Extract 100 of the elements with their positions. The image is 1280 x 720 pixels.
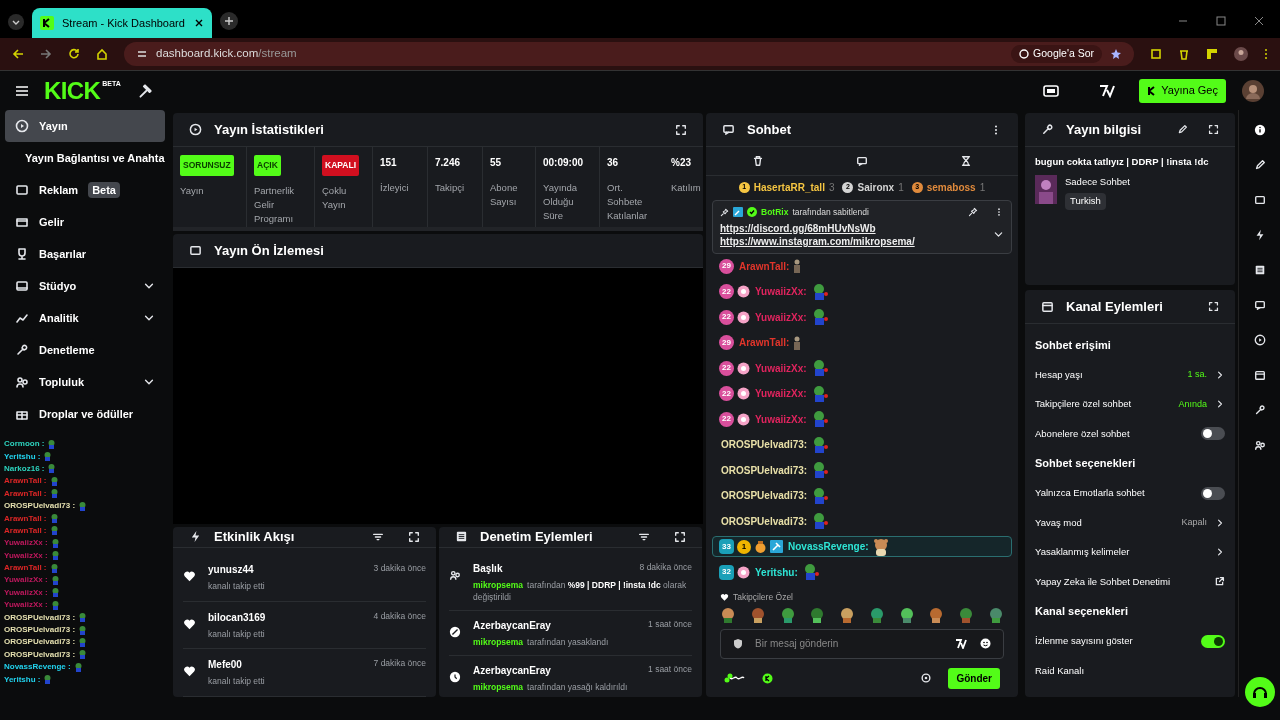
chevron-right-icon[interactable]	[1215, 399, 1225, 410]
actor-name[interactable]: mikropsema	[473, 681, 524, 692]
leader-name[interactable]: HasertaRR_tall	[753, 179, 825, 195]
emote-icon[interactable]	[987, 606, 1004, 623]
sidebar-item[interactable]: Gelir	[5, 206, 165, 238]
hourglass-icon[interactable]	[960, 155, 972, 167]
chat-username[interactable]: YuwaiizXx:	[755, 411, 807, 427]
panel-icon[interactable]	[1253, 369, 1266, 381]
points-icon[interactable]	[724, 673, 746, 683]
sidebar-item[interactable]: Topluluk	[5, 366, 165, 398]
expand-icon[interactable]	[675, 123, 687, 136]
toggle-switch[interactable]	[1201, 634, 1225, 648]
sidebar-item[interactable]: Yayın Bağlantısı ve Anahta	[5, 142, 165, 174]
sidebar-item[interactable]: Analitik	[5, 302, 165, 334]
overlay-username: Yeritshu :	[4, 673, 41, 686]
site-info-icon[interactable]	[136, 48, 148, 60]
sidebar-item[interactable]: Yayın	[5, 110, 165, 142]
chat-username[interactable]: YuwaiizXx:	[755, 309, 807, 325]
actor-name[interactable]: mikropsema	[473, 579, 524, 590]
home-icon[interactable]	[96, 48, 108, 60]
edit-icon[interactable]	[1253, 159, 1266, 171]
message-input[interactable]: Bir mesaj gönderin	[755, 629, 943, 658]
tab-list-icon[interactable]	[8, 14, 24, 30]
sidebar-item[interactable]: Başarılar	[5, 238, 165, 270]
settings-icon[interactable]	[920, 672, 933, 684]
browser-tab[interactable]: Stream - Kick Dashboard	[32, 8, 212, 38]
chat-icon[interactable]	[1253, 299, 1266, 311]
chat-username[interactable]: OROSPUelvadi73:	[721, 488, 808, 504]
unpin-icon[interactable]	[968, 207, 978, 218]
sidebar-item[interactable]: Droplar ve ödüller	[5, 398, 165, 430]
list-icon[interactable]	[1253, 264, 1266, 276]
emote-icon[interactable]	[749, 606, 766, 623]
kick-coin-icon[interactable]	[762, 672, 773, 684]
chat-username[interactable]: ArawnTall:	[739, 335, 790, 351]
pinned-by-name[interactable]: BotRix	[761, 206, 789, 219]
seventv-icon[interactable]	[1099, 83, 1116, 98]
play-icon[interactable]	[1253, 334, 1266, 346]
chat-username[interactable]: NovassRevenge:	[788, 539, 869, 555]
expand-icon[interactable]	[408, 530, 420, 543]
emoji-icon[interactable]	[980, 638, 991, 649]
chat-username[interactable]: OROSPUelvadi73:	[721, 462, 808, 478]
people-icon[interactable]	[1253, 439, 1266, 451]
leader-name[interactable]: Saironx	[857, 179, 895, 195]
info-icon[interactable]	[1253, 124, 1266, 136]
category-name[interactable]: Sadece Sohbet	[1065, 175, 1130, 190]
chat-username[interactable]: YuwaiizXx:	[755, 386, 807, 402]
restore-icon[interactable]	[1216, 16, 1226, 26]
menu-icon[interactable]	[1264, 48, 1268, 60]
emote-icon[interactable]	[928, 606, 945, 623]
chat-username[interactable]: Yeritshu:	[755, 564, 798, 580]
edit-icon[interactable]	[1177, 124, 1188, 135]
video-icon[interactable]	[1253, 194, 1266, 206]
back-icon[interactable]	[12, 48, 24, 60]
toggle-switch[interactable]	[1201, 427, 1225, 441]
emote-icon[interactable]	[898, 606, 915, 623]
chevron-right-icon[interactable]	[1215, 547, 1225, 558]
leader-name[interactable]: semaboss	[926, 179, 976, 195]
message-field[interactable]: Bir mesaj gönderin	[720, 628, 1004, 659]
sidebar-item[interactable]: Reklam Beta	[5, 174, 165, 206]
emote-icon[interactable]	[779, 606, 796, 623]
expand-icon[interactable]	[674, 530, 686, 543]
close-icon[interactable]	[1254, 16, 1264, 26]
chat-username[interactable]: OROSPUelvadi73:	[721, 437, 808, 453]
emote-icon[interactable]	[958, 606, 975, 623]
chat-bubble-icon[interactable]	[856, 155, 868, 167]
forward-icon[interactable]	[40, 48, 52, 60]
reload-icon[interactable]	[68, 48, 80, 60]
help-chat-icon[interactable]	[1244, 677, 1275, 707]
expand-icon[interactable]	[1208, 301, 1219, 312]
chat-username[interactable]: ArawnTall:	[739, 258, 790, 274]
chevron-right-icon[interactable]	[1215, 369, 1225, 380]
emote-icon[interactable]	[809, 606, 826, 623]
chevron-right-icon[interactable]	[1215, 517, 1225, 528]
emote-icon[interactable]	[839, 606, 856, 623]
kick-logo[interactable]: KICK	[44, 78, 101, 103]
send-button[interactable]: Gönder	[948, 667, 1000, 689]
seventv-icon[interactable]	[955, 638, 968, 649]
chat-username[interactable]: YuwaiizXx:	[755, 284, 807, 300]
actor-name[interactable]: mikropsema	[473, 636, 524, 647]
pinned-link[interactable]: https://www.instagram.com/mikropsema/	[720, 234, 993, 248]
external-link-icon[interactable]	[1214, 576, 1225, 588]
new-tab-icon[interactable]	[220, 12, 238, 30]
sidebar-item[interactable]: Stüdyo	[5, 270, 165, 302]
go-live-button[interactable]: Yayına Geç	[1139, 78, 1226, 103]
pinned-link[interactable]: https://discord.gg/68mHUvNsWb	[720, 221, 993, 235]
address-bar[interactable]: dashboard.kick.com/stream Google'a Sor	[124, 42, 1134, 66]
sidebar-item[interactable]: Denetleme	[5, 334, 165, 366]
chat-username[interactable]: YuwaiizXx:	[755, 360, 807, 376]
setting-label[interactable]: Raid Kanalı	[1035, 656, 1225, 686]
expand-icon[interactable]	[1208, 124, 1219, 135]
ask-google-button[interactable]: Google'a Sor	[1011, 45, 1102, 63]
emote-icon[interactable]	[720, 606, 736, 623]
emote-icon[interactable]	[868, 606, 885, 623]
profile-avatar-icon[interactable]	[1234, 47, 1248, 61]
chat-username[interactable]: OROSPUelvadi73:	[721, 513, 808, 529]
close-icon[interactable]	[194, 18, 204, 28]
menu-icon[interactable]	[16, 85, 28, 96]
toggle-switch[interactable]	[1201, 486, 1225, 500]
bookmark-star-icon[interactable]	[1110, 48, 1122, 60]
user-avatar-icon[interactable]	[1242, 79, 1264, 102]
